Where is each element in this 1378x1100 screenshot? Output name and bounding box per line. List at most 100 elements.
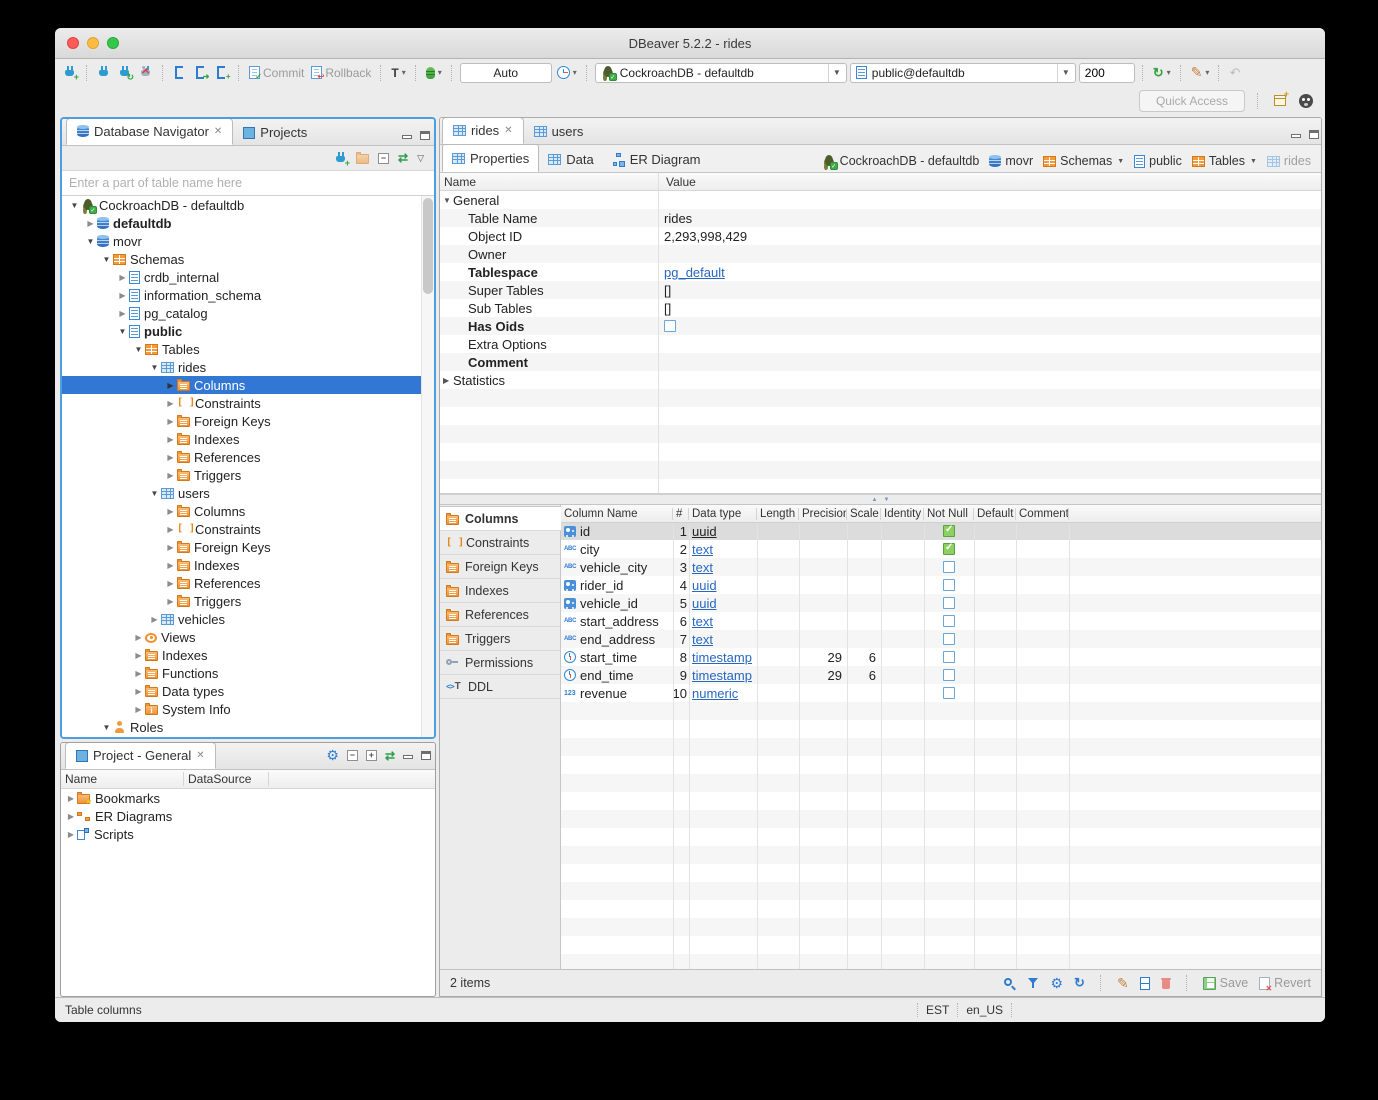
not-null-checkbox[interactable]: [943, 633, 955, 645]
reconnect-button[interactable]: ↻: [116, 65, 134, 81]
new-sql-editor-button[interactable]: +: [213, 65, 231, 81]
header-default[interactable]: Default: [974, 508, 1016, 520]
type-link[interactable]: text: [692, 632, 713, 647]
tab-project-general[interactable]: Project - General ✕: [65, 742, 216, 769]
breadcrumb-connection[interactable]: CockroachDB - defaultdb: [822, 154, 980, 168]
subtab-er-diagram[interactable]: ER Diagram: [603, 146, 710, 172]
refresh-dropdown[interactable]: ▾: [1151, 64, 1173, 82]
tree-item-information-schema[interactable]: ▶information_schema: [62, 286, 434, 304]
tree-scrollbar[interactable]: [421, 196, 434, 737]
link-with-editor-icon[interactable]: [398, 151, 408, 165]
header-length[interactable]: Length: [757, 508, 799, 520]
tree-item-functions[interactable]: ▶Functions: [62, 664, 434, 682]
type-link[interactable]: text: [692, 542, 713, 557]
debug-dropdown[interactable]: ▾: [424, 66, 444, 80]
column-row-end-address[interactable]: end_address7text: [561, 630, 1321, 648]
connection-combo[interactable]: CockroachDB - defaultdb▼: [595, 63, 847, 83]
column-row-revenue[interactable]: revenue10numeric: [561, 684, 1321, 702]
detail-tab-constraints[interactable]: Constraints: [440, 531, 560, 555]
tree-item-vehicles[interactable]: ▶vehicles: [62, 610, 434, 628]
not-null-checkbox[interactable]: [943, 525, 955, 537]
has-oids-checkbox[interactable]: [664, 320, 676, 332]
detail-tab-ddl[interactable]: DDL: [440, 675, 560, 699]
tree-item-movr[interactable]: ▼movr: [62, 232, 434, 250]
not-null-checkbox[interactable]: [943, 615, 955, 627]
not-null-checkbox[interactable]: [943, 579, 955, 591]
locale-indicator[interactable]: en_US: [957, 1003, 1012, 1017]
new-folder-icon[interactable]: [356, 154, 369, 164]
header-comment[interactable]: Comment: [1016, 508, 1069, 520]
tree-item-defaultdb[interactable]: ▶defaultdb: [62, 214, 434, 232]
type-link[interactable]: uuid: [692, 578, 717, 593]
tree-item-users-foreign-keys[interactable]: ▶Foreign Keys: [62, 538, 434, 556]
column-row-city[interactable]: city2text: [561, 540, 1321, 558]
tree-item-rides[interactable]: ▼rides: [62, 358, 434, 376]
not-null-checkbox[interactable]: [943, 687, 955, 699]
detail-tab-references[interactable]: References: [440, 603, 560, 627]
back-button[interactable]: [1227, 64, 1242, 82]
tree-item-roles[interactable]: ▼Roles: [62, 718, 434, 736]
type-link[interactable]: text: [692, 560, 713, 575]
tree-item-rides-columns[interactable]: ▶Columns: [62, 376, 434, 394]
tree-item-pg-catalog[interactable]: ▶pg_catalog: [62, 304, 434, 322]
refresh-icon[interactable]: [1074, 975, 1085, 991]
property-row-object-id[interactable]: Object ID2,293,998,429: [440, 227, 1321, 245]
zoom-window-button[interactable]: [107, 37, 119, 49]
gear-icon[interactable]: [1050, 975, 1063, 992]
tree-item-indexes[interactable]: ▶Indexes: [62, 646, 434, 664]
subtab-data[interactable]: Data: [539, 146, 602, 172]
column-row-start-address[interactable]: start_address6text: [561, 612, 1321, 630]
not-null-checkbox[interactable]: [943, 669, 955, 681]
minimize-window-button[interactable]: [87, 37, 99, 49]
property-group-general[interactable]: ▼General: [440, 191, 1321, 209]
type-link[interactable]: uuid: [692, 524, 717, 539]
save-button[interactable]: Save: [1203, 976, 1249, 990]
rollback-button[interactable]: ↩Rollback: [309, 65, 373, 81]
tree-item-connection[interactable]: ▼CockroachDB - defaultdb: [62, 196, 434, 214]
property-row-tablespace[interactable]: Tablespacepg_default: [440, 263, 1321, 281]
project-item-er-diagrams[interactable]: ▶ER Diagrams: [61, 807, 435, 825]
edit-pencil-icon[interactable]: [1117, 975, 1129, 992]
column-header-name[interactable]: Name: [440, 175, 662, 189]
link-with-editor-icon[interactable]: [385, 749, 395, 763]
header-scale[interactable]: Scale: [847, 508, 881, 520]
column-header-value[interactable]: Value: [662, 175, 696, 189]
open-perspective-button[interactable]: [1271, 93, 1289, 109]
dbeaver-perspective-button[interactable]: [1297, 93, 1315, 109]
transaction-mode-dropdown[interactable]: T▾: [389, 65, 407, 81]
not-null-checkbox[interactable]: [943, 561, 955, 573]
type-link[interactable]: text: [692, 614, 713, 629]
tree-item-users-triggers[interactable]: ▶Triggers: [62, 592, 434, 610]
timezone-indicator[interactable]: EST: [917, 1003, 957, 1017]
view-menu-icon[interactable]: [417, 153, 424, 164]
history-dropdown[interactable]: ▾: [555, 65, 579, 80]
header-num[interactable]: #: [673, 508, 689, 520]
tree-item-rides-references[interactable]: ▶References: [62, 448, 434, 466]
detail-tab-columns[interactable]: Columns: [440, 506, 561, 531]
property-row-comment[interactable]: Comment: [440, 353, 1321, 371]
column-row-start-time[interactable]: start_time8timestamp296: [561, 648, 1321, 666]
fetch-size-input[interactable]: [1079, 63, 1135, 83]
minimize-view-icon[interactable]: [402, 131, 412, 140]
open-sql-script-button[interactable]: ➜: [192, 65, 210, 81]
schema-combo[interactable]: public@defaultdb▼: [850, 63, 1076, 83]
header-not-null[interactable]: Not Null: [924, 508, 974, 520]
header-identity[interactable]: Identity: [881, 508, 924, 520]
property-row-super-tables[interactable]: Super Tables[]: [440, 281, 1321, 299]
property-group-statistics[interactable]: ▶Statistics: [440, 371, 1321, 389]
column-header-name[interactable]: Name: [61, 772, 184, 786]
breadcrumb-database[interactable]: movr: [989, 154, 1033, 168]
breadcrumb-schema[interactable]: public: [1134, 154, 1182, 168]
project-item-bookmarks[interactable]: ▶Bookmarks: [61, 789, 435, 807]
sql-editor-button[interactable]: [171, 65, 189, 81]
quick-access-button[interactable]: Quick Access: [1139, 90, 1245, 112]
brush-dropdown[interactable]: ▾: [1189, 63, 1212, 82]
filter-icon[interactable]: [1027, 977, 1039, 989]
minimize-view-icon[interactable]: [403, 751, 413, 760]
commit-mode-combo[interactable]: Auto: [460, 63, 552, 83]
tree-item-system-info[interactable]: ▶System Info: [62, 700, 434, 718]
minimize-editor-icon[interactable]: [1291, 130, 1301, 139]
connect-button[interactable]: [95, 65, 113, 81]
property-row-owner[interactable]: Owner: [440, 245, 1321, 263]
type-link[interactable]: numeric: [692, 686, 738, 701]
